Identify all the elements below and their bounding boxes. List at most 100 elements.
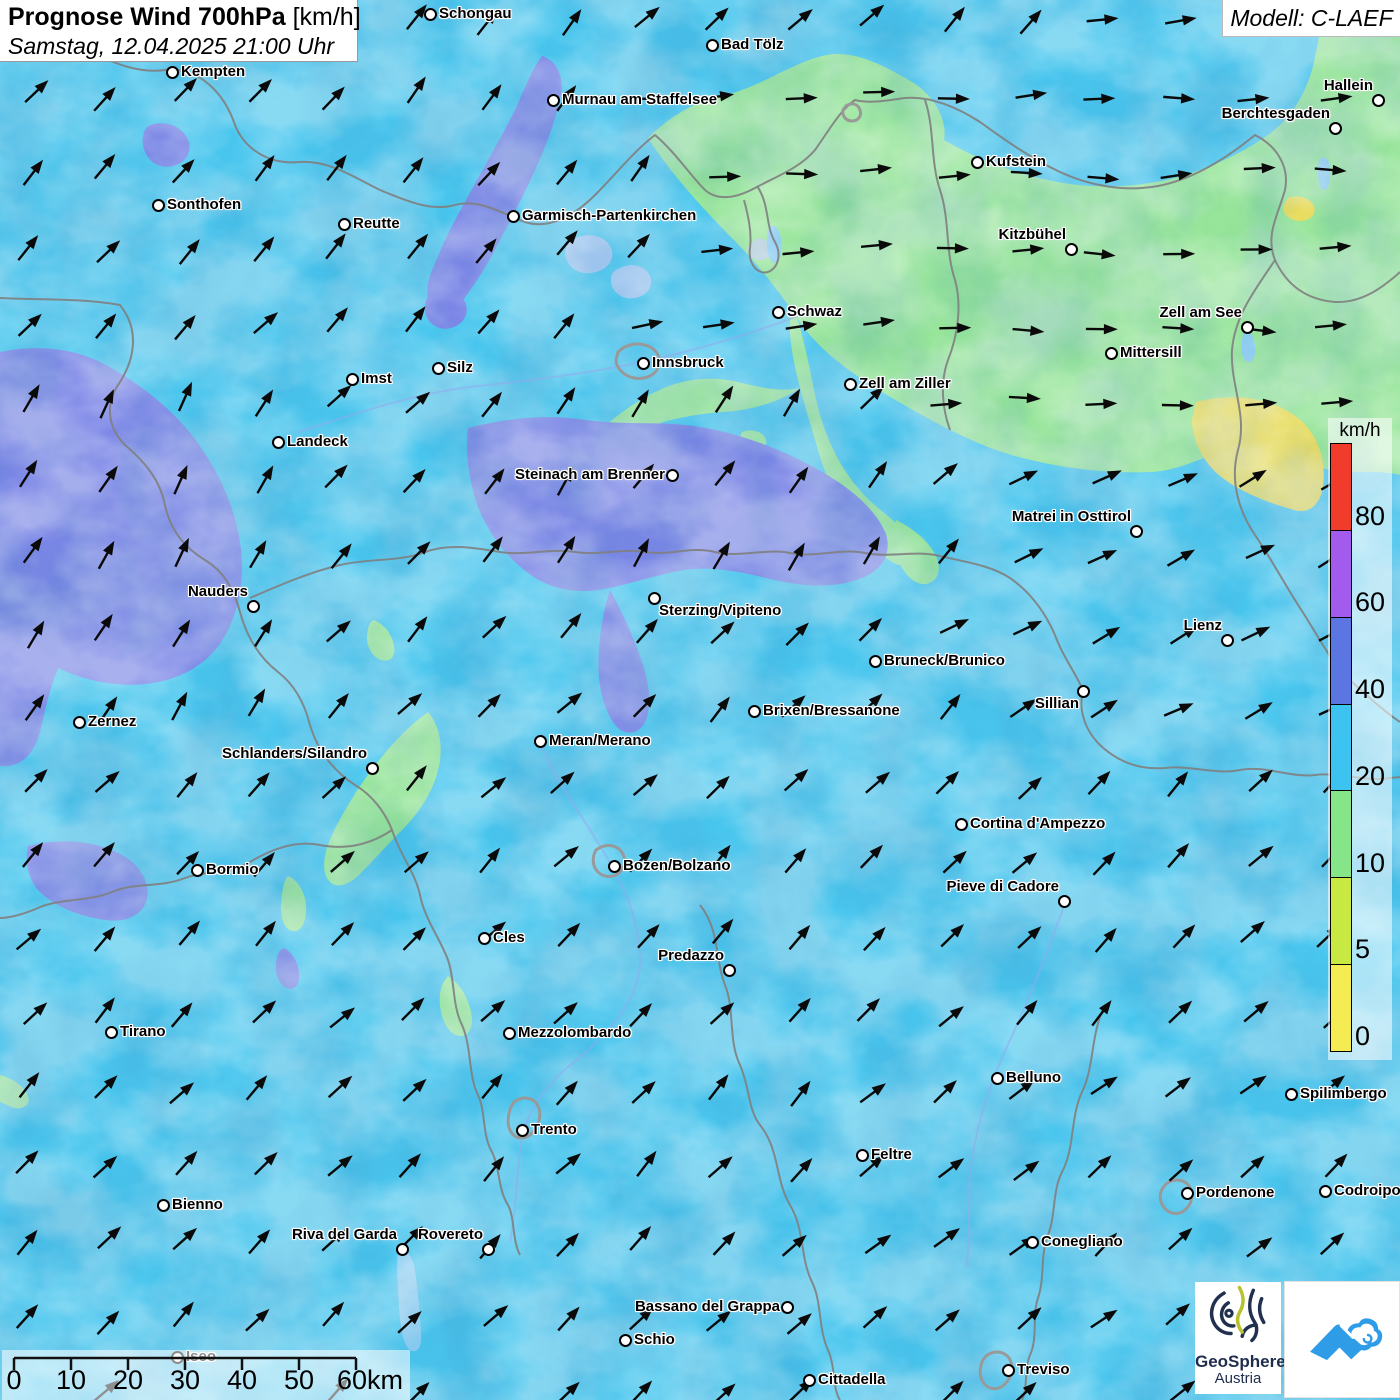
city-marker-icon bbox=[855, 1148, 869, 1162]
partner-logo-box bbox=[1284, 1281, 1400, 1398]
city-marker-icon bbox=[423, 7, 437, 21]
city-label: Brixen/Bressanone bbox=[763, 702, 900, 719]
geosphere-name: GeoSphere bbox=[1195, 1352, 1286, 1371]
city-label: Sillian bbox=[1034, 695, 1079, 712]
legend-tick-5: 5 bbox=[1355, 934, 1371, 965]
city-label: Murnau am Staffelsee bbox=[562, 91, 718, 108]
city-label: Garmisch-Partenkirchen bbox=[522, 207, 697, 224]
city-label: Innsbruck bbox=[652, 354, 724, 371]
geosphere-logo-box: GeoSphere Austria bbox=[1195, 1282, 1286, 1394]
legend-unit-label: km/h bbox=[1339, 420, 1381, 441]
city-label: Cittadella bbox=[818, 1371, 886, 1388]
city-label: Bassano del Grappa bbox=[634, 1298, 780, 1315]
city-marker-icon bbox=[970, 155, 984, 169]
city-marker-icon bbox=[1371, 93, 1385, 107]
city-marker-icon bbox=[665, 468, 679, 482]
legend-tick-80: 80 bbox=[1355, 500, 1386, 531]
map-datetime: Samstag, 12.04.2025 21:00 Uhr bbox=[8, 33, 335, 59]
city-marker-icon bbox=[151, 198, 165, 212]
city-marker-icon bbox=[1328, 121, 1342, 135]
wind-forecast-map: Schongau Bad Tölz Kempten Murnau am Staffel… bbox=[0, 0, 1400, 1400]
city-marker-icon bbox=[1057, 894, 1071, 908]
city-label: Codroipo bbox=[1334, 1182, 1400, 1199]
city-label: Lienz bbox=[1183, 617, 1222, 634]
city-label: Bozen/Bolzano bbox=[623, 857, 731, 874]
city-label: Kufstein bbox=[986, 153, 1046, 170]
city-label: Kitzbühel bbox=[998, 226, 1067, 243]
city-marker-icon bbox=[546, 93, 560, 107]
legend-segment-40 bbox=[1331, 617, 1351, 705]
city-label: Schio bbox=[634, 1331, 675, 1348]
city-marker-icon bbox=[722, 963, 736, 977]
city-marker-icon bbox=[246, 599, 260, 613]
city-label: Treviso bbox=[1017, 1361, 1070, 1378]
city-label: Nauders bbox=[187, 583, 248, 600]
scale-tick-40: 40 bbox=[226, 1365, 258, 1395]
city-label: Pieve di Cadore bbox=[946, 878, 1059, 895]
city-marker-icon bbox=[104, 1025, 118, 1039]
legend-segment-10 bbox=[1331, 791, 1351, 879]
city-marker-icon bbox=[72, 715, 86, 729]
legend-segment-20 bbox=[1331, 704, 1351, 792]
city-label: Bruneck/Brunico bbox=[884, 652, 1005, 669]
city-label: Zell am See bbox=[1159, 304, 1242, 321]
scale-tick-50: 50 bbox=[283, 1365, 315, 1395]
city-label: Tirano bbox=[120, 1023, 166, 1040]
map-title-unit: [km/h] bbox=[292, 3, 361, 31]
map-title: Prognose Wind 700hPa [km/h] bbox=[8, 3, 361, 31]
city-label: Meran/Merano bbox=[549, 732, 651, 749]
legend-segment-5 bbox=[1331, 878, 1351, 966]
city-label: Kempten bbox=[181, 63, 246, 80]
city-marker-icon bbox=[190, 863, 204, 877]
city-marker-icon bbox=[477, 931, 491, 945]
city-marker-icon bbox=[1284, 1087, 1298, 1101]
city-label: Schongau bbox=[439, 5, 512, 22]
city-label: Sonthofen bbox=[167, 196, 242, 213]
city-marker-icon bbox=[1104, 346, 1118, 360]
city-marker-icon bbox=[337, 217, 351, 231]
city-marker-icon bbox=[1240, 320, 1254, 334]
city-marker-icon bbox=[506, 209, 520, 223]
city-marker-icon bbox=[533, 734, 547, 748]
city-label: Matrei in Osttirol bbox=[1011, 508, 1131, 525]
legend-tick-20: 20 bbox=[1355, 760, 1386, 791]
scale-tick-60km: 60km bbox=[336, 1365, 404, 1395]
city-label: Reutte bbox=[353, 215, 400, 232]
city-label: Mezzolombardo bbox=[518, 1024, 632, 1041]
scale-tick-20: 20 bbox=[112, 1365, 144, 1395]
city-label: Cles bbox=[493, 929, 525, 946]
city-label: Feltre bbox=[871, 1146, 912, 1163]
city-label: Belluno bbox=[1006, 1069, 1061, 1086]
scale-tick-0: 0 bbox=[6, 1365, 22, 1395]
city-marker-icon bbox=[156, 1198, 170, 1212]
city-marker-icon bbox=[395, 1242, 409, 1256]
city-marker-icon bbox=[607, 859, 621, 873]
city-marker-icon bbox=[802, 1373, 816, 1387]
legend-tick-60: 60 bbox=[1355, 587, 1386, 618]
city-label: Pordenone bbox=[1196, 1184, 1275, 1201]
city-marker-icon bbox=[1064, 242, 1078, 256]
legend-segment-80 bbox=[1331, 444, 1351, 531]
city-marker-icon bbox=[431, 361, 445, 375]
legend-tick-0: 0 bbox=[1355, 1021, 1371, 1051]
city-label: Bormio bbox=[206, 861, 259, 878]
city-label: Sterzing/Vipiteno bbox=[659, 602, 782, 619]
city-marker-icon bbox=[1001, 1363, 1015, 1377]
city-label: Hallein bbox=[1323, 77, 1373, 94]
city-marker-icon bbox=[990, 1071, 1004, 1085]
city-label: Landeck bbox=[287, 433, 348, 450]
city-label: Bienno bbox=[172, 1196, 223, 1213]
city-marker-icon bbox=[954, 817, 968, 831]
city-label: Mittersill bbox=[1120, 344, 1182, 361]
city-marker-icon bbox=[515, 1123, 529, 1137]
geosphere-contour-icon bbox=[1209, 1285, 1266, 1343]
city-label: Trento bbox=[531, 1121, 577, 1138]
city-marker-icon bbox=[868, 654, 882, 668]
city-label: Zell am Ziller bbox=[859, 375, 951, 392]
city-marker-icon bbox=[705, 38, 719, 52]
city-label: Steinach am Brenner bbox=[514, 466, 665, 483]
city-marker-icon bbox=[271, 435, 285, 449]
city-marker-icon bbox=[365, 761, 379, 775]
city-label: Imst bbox=[361, 370, 392, 387]
city-label: Zernez bbox=[88, 713, 137, 730]
